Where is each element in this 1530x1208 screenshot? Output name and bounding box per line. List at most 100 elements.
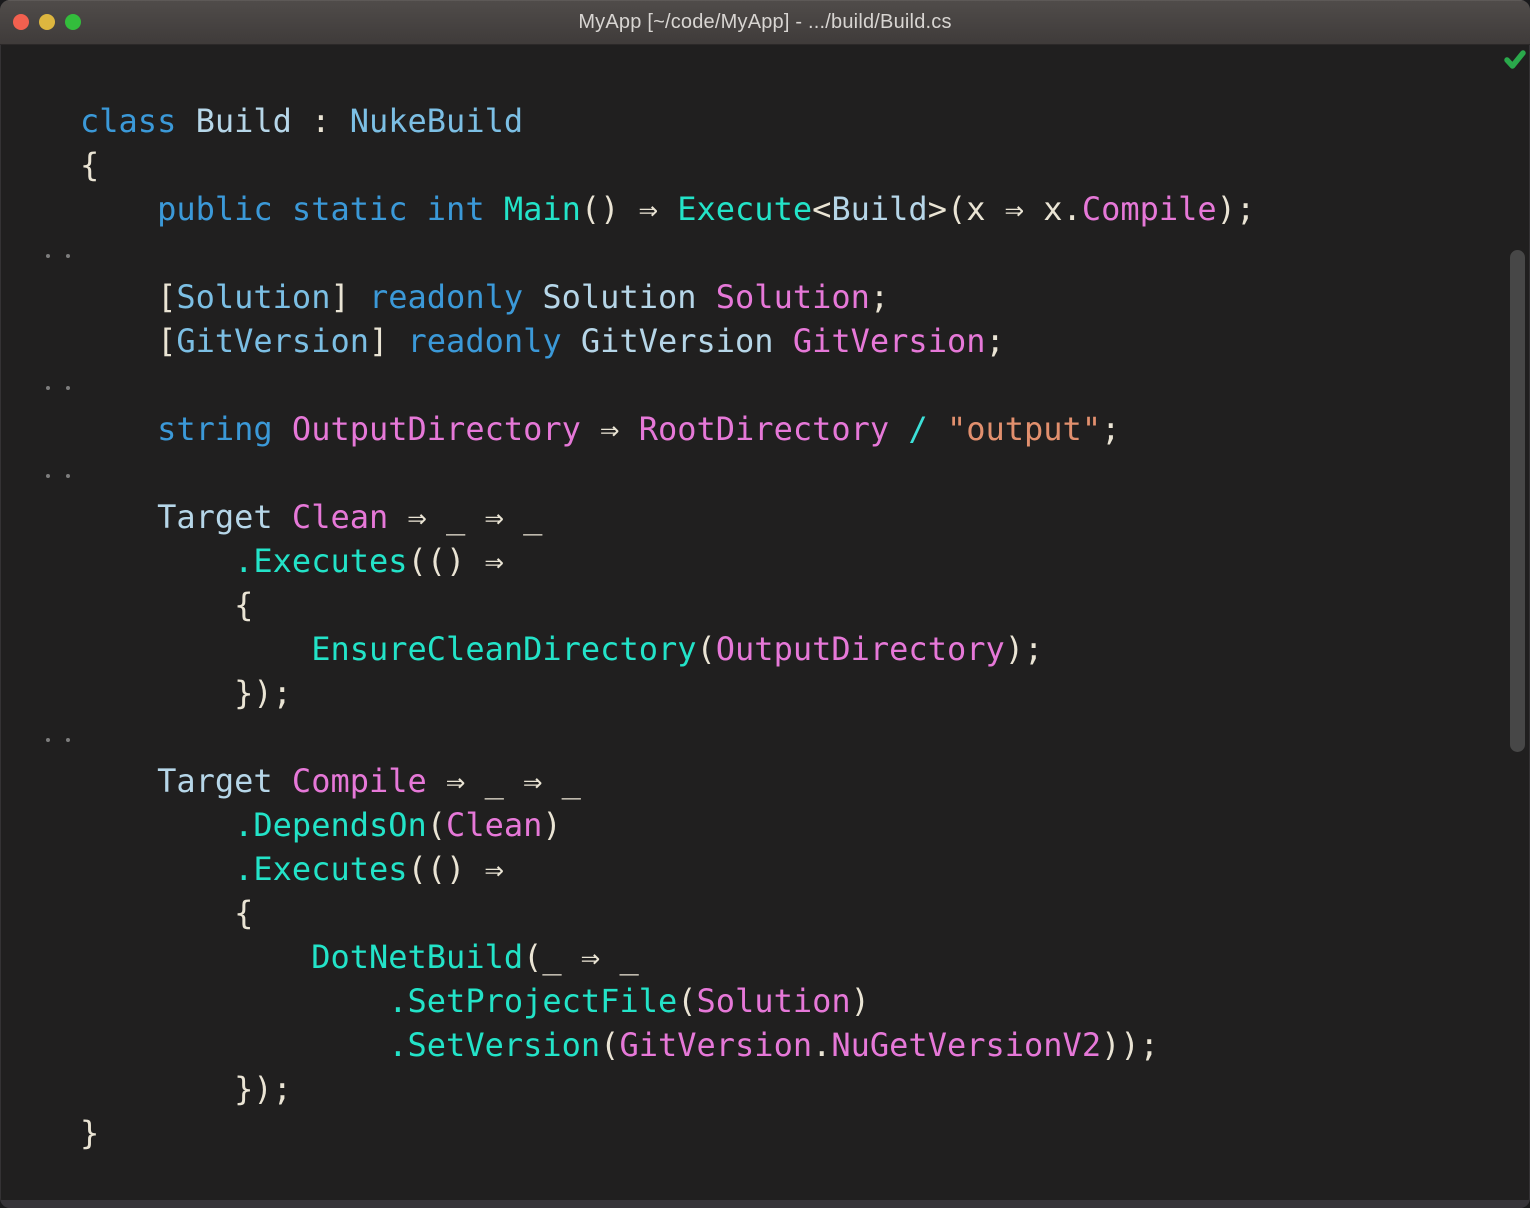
code-line: {	[80, 891, 1530, 935]
code-token-pl: (	[677, 982, 696, 1020]
code-token-mem: Clean	[446, 806, 542, 844]
code-token-mem: GitVersion	[793, 322, 986, 360]
code-token-pl: {	[80, 586, 253, 624]
code-token-ty: GitVersion	[581, 322, 774, 360]
code-token-mem: GitVersion	[619, 1026, 812, 1064]
code-token-pl: ;	[985, 322, 1004, 360]
code-line: Target Compile ⇒ _ ⇒ _	[80, 759, 1530, 803]
code-token-pl: (	[697, 630, 716, 668]
code-token-mem: OutputDirectory	[716, 630, 1005, 668]
code-token-pl	[273, 498, 292, 536]
code-line: .SetVersion(GitVersion.NuGetVersionV2));	[80, 1023, 1530, 1067]
code-token-mem: Solution	[697, 982, 851, 1020]
close-button[interactable]	[13, 14, 29, 30]
code-editor[interactable]: class Build : NukeBuild{ public static i…	[0, 44, 1530, 1200]
code-token-fn: .Executes	[234, 542, 407, 580]
code-token-pl: ));	[1101, 1026, 1159, 1064]
code-token-ty: Build	[831, 190, 927, 228]
code-line: [GitVersion] readonly GitVersion GitVers…	[80, 319, 1530, 363]
code-token-kw: readonly	[408, 322, 562, 360]
code-token-mem: Clean	[292, 498, 388, 536]
code-line	[80, 715, 1530, 759]
scrollbar-thumb[interactable]	[1510, 250, 1525, 752]
code-token-ty: Target	[157, 762, 273, 800]
code-token-pl: :	[292, 102, 350, 140]
code-token-pl: );	[1217, 190, 1256, 228]
code-line: EnsureCleanDirectory(OutputDirectory);	[80, 627, 1530, 671]
code-token-pl: [	[80, 278, 176, 316]
code-token-pl: ]	[330, 278, 369, 316]
code-token-pl	[697, 278, 716, 316]
code-token-fn: Execute	[677, 190, 812, 228]
code-token-tyl: Solution	[176, 278, 330, 316]
code-token-pl: (	[427, 806, 446, 844]
code-line: DotNetBuild(_ ⇒ _	[80, 935, 1530, 979]
code-token-mem: Compile	[1082, 190, 1217, 228]
code-token-mem: Compile	[292, 762, 427, 800]
code-token-fn: DotNetBuild	[311, 938, 523, 976]
zoom-button[interactable]	[65, 14, 81, 30]
whitespace-dot	[46, 474, 50, 478]
code-token-pl	[80, 410, 157, 448]
code-token-pl: }	[80, 1114, 99, 1152]
code-line: .DependsOn(Clean)	[80, 803, 1530, 847]
terminal-window: MyApp [~/code/MyApp] - .../build/Build.c…	[0, 0, 1530, 1208]
code-token-mem: RootDirectory	[639, 410, 889, 448]
code-token-kw: readonly	[369, 278, 523, 316]
code-token-pl: (	[600, 1026, 619, 1064]
code-token-pl: >(x ⇒ x.	[928, 190, 1082, 228]
code-line: }	[80, 1111, 1530, 1155]
whitespace-dot	[46, 254, 50, 258]
code-token-tyl: GitVersion	[176, 322, 369, 360]
code-token-ty: Build	[196, 102, 292, 140]
code-token-mem: NuGetVersionV2	[831, 1026, 1101, 1064]
window-bottom-edge	[0, 1200, 1530, 1208]
code-token-pl	[80, 190, 157, 228]
code-line: .Executes(() ⇒	[80, 539, 1530, 583]
code-token-pl: () ⇒	[581, 190, 677, 228]
code-line: class Build : NukeBuild	[80, 99, 1530, 143]
code-token-pl	[562, 322, 581, 360]
code-token-kw: class	[80, 102, 176, 140]
code-token-pl	[80, 498, 157, 536]
code-line	[80, 451, 1530, 495]
minimize-button[interactable]	[39, 14, 55, 30]
code-token-fn: .SetProjectFile	[388, 982, 677, 1020]
code-token-pl: {	[80, 894, 253, 932]
code-token-pl	[928, 410, 947, 448]
code-token-pl	[80, 630, 311, 668]
code-token-pl	[774, 322, 793, 360]
code-token-pl: ⇒ _ ⇒ _	[388, 498, 542, 536]
code-line: {	[80, 143, 1530, 187]
code-line: Target Clean ⇒ _ ⇒ _	[80, 495, 1530, 539]
scrollbar-track[interactable]	[1508, 44, 1530, 1200]
code-token-pl: (() ⇒	[408, 542, 504, 580]
title-bar[interactable]: MyApp [~/code/MyApp] - .../build/Build.c…	[0, 0, 1530, 45]
code-token-kw: public static int	[157, 190, 485, 228]
code-token-pl: .	[812, 1026, 831, 1064]
code-token-fn: Main	[504, 190, 581, 228]
code-token-pl	[80, 762, 157, 800]
code-token-pl	[80, 938, 311, 976]
whitespace-dot	[46, 386, 50, 390]
code-line: });	[80, 671, 1530, 715]
code-line: string OutputDirectory ⇒ RootDirectory /…	[80, 407, 1530, 451]
code-token-pl: )	[542, 806, 561, 844]
whitespace-dot	[66, 474, 70, 478]
traffic-lights	[13, 0, 81, 44]
window-title: MyApp [~/code/MyApp] - .../build/Build.c…	[578, 11, 951, 34]
code-token-pl: ;	[1101, 410, 1120, 448]
whitespace-dot	[66, 738, 70, 742]
code-token-pl: (_ ⇒ _	[523, 938, 639, 976]
code-line: .SetProjectFile(Solution)	[80, 979, 1530, 1023]
code-token-pl: )	[851, 982, 870, 1020]
code-token-kw: string	[157, 410, 273, 448]
code-token-pl: ;	[870, 278, 889, 316]
code-token-pl	[523, 278, 542, 316]
code-token-ty: Solution	[542, 278, 696, 316]
code-token-pl	[485, 190, 504, 228]
code-token-pl	[80, 1026, 388, 1064]
code-line	[80, 231, 1530, 275]
code-token-pl	[889, 410, 908, 448]
code-token-pl: ⇒	[581, 410, 639, 448]
